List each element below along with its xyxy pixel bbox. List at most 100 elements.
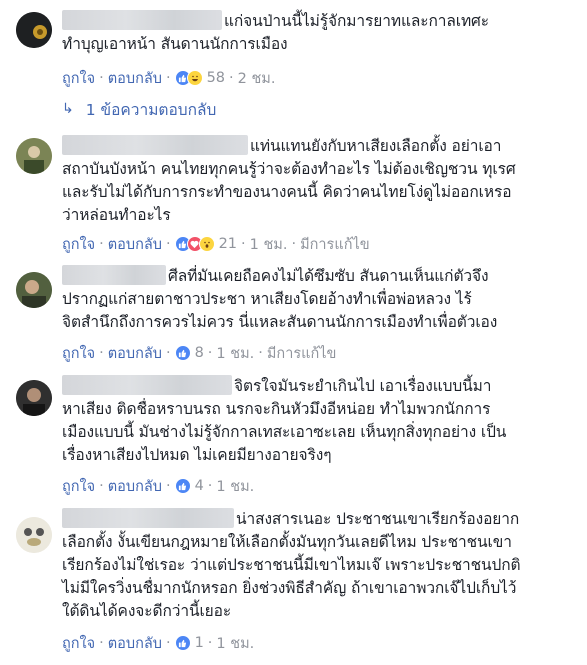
edited-label[interactable]: มีการแก้ไข [300, 233, 370, 256]
comment: จิตรใจมันระยำเกินไป เอาเรื่องแบบนี้มา หา… [0, 372, 587, 500]
comment-text: แท่นแทนยังกับหาเสียงเลือกตั้ง อย่าเอา สถ… [62, 135, 581, 227]
separator: · [165, 635, 171, 651]
comment-feed: แก่จนป่านนี้ไม่รู้จักมารยาทและกาลเทศะ ทำ… [0, 0, 587, 665]
comment-line: ทำบุญเอาหน้า สันดานนักการเมือง [62, 35, 288, 53]
reply-button[interactable]: ตอบกลับ [108, 475, 162, 498]
reaction-icons[interactable] [174, 345, 191, 361]
comment-actions: ถูกใจ · ตอบกลับ · 21 · 1 ชม. · มีการแก้ไ… [62, 234, 370, 254]
replies-count[interactable]: 1 ข้อความตอบกลับ [86, 97, 217, 122]
author-name[interactable] [62, 265, 166, 285]
like-reaction-icon [174, 478, 191, 494]
reaction-count[interactable]: 8 [195, 345, 204, 361]
timestamp[interactable]: 1 ชม. [216, 342, 254, 365]
comment: แก่จนป่านนี้ไม่รู้จักมารยาทและกาลเทศะ ทำ… [0, 0, 587, 125]
comment-body: น่าสงสารเนอะ ประชาชนเขาเรียกร้องอยาก เลื… [62, 508, 581, 623]
comment-line: หาเสียง ติดชื่อหราบนรถ นรกจะกินหัวมึงอีห… [62, 400, 491, 418]
like-button[interactable]: ถูกใจ [62, 233, 95, 256]
reply-button[interactable]: ตอบกลับ [108, 233, 162, 256]
comment-line: น่าสงสารเนอะ ประชาชนเขาเรียกร้องอยาก [236, 510, 520, 528]
comment-body: แก่จนป่านนี้ไม่รู้จักมารยาทและกาลเทศะ ทำ… [62, 10, 581, 56]
wow-reaction-icon [198, 236, 215, 252]
comment-text: จิตรใจมันระยำเกินไป เอาเรื่องแบบนี้มา หา… [62, 375, 581, 467]
separator: · [99, 635, 104, 651]
timestamp[interactable]: 1 ชม. [250, 233, 288, 256]
like-button[interactable]: ถูกใจ [62, 632, 95, 655]
like-button[interactable]: ถูกใจ [62, 67, 95, 90]
reaction-icons[interactable] [174, 236, 215, 252]
comment: น่าสงสารเนอะ ประชาชนเขาเรียกร้องอยาก เลื… [0, 505, 587, 663]
haha-reaction-icon [186, 70, 203, 86]
reply-arrow-icon: ↳ [62, 101, 74, 117]
reply-button[interactable]: ตอบกลับ [108, 342, 162, 365]
reply-button[interactable]: ตอบกลับ [108, 67, 162, 90]
separator: · [99, 478, 104, 494]
reaction-count[interactable]: 4 [195, 478, 204, 494]
reaction-icons[interactable] [174, 635, 191, 651]
reply-button[interactable]: ตอบกลับ [108, 632, 162, 655]
comment-line: จิตรใจมันระยำเกินไป เอาเรื่องแบบนี้มา [234, 377, 492, 395]
separator: · [165, 345, 171, 361]
reaction-icons[interactable] [174, 478, 191, 494]
comment-line: ศีลที่มันเคยถือคงไม่ได้ซึมซับ สันดานเห็น… [168, 267, 489, 285]
comment-actions: ถูกใจ · ตอบกลับ · 1 · 1 ชม. [62, 633, 254, 653]
author-name[interactable] [62, 10, 222, 30]
author-name[interactable] [62, 135, 248, 155]
avatar[interactable] [16, 272, 52, 308]
separator: · [99, 70, 104, 86]
comment: แท่นแทนยังกับหาเสียงเลือกตั้ง อย่าเอา สถ… [0, 130, 587, 260]
separator: · [165, 478, 171, 494]
comment-line: ใต้ดินได้คงจะดีกว่านี้เยอะ [62, 602, 232, 620]
view-replies-link[interactable]: ↳ 1 ข้อความตอบกลับ [62, 98, 216, 120]
separator: · [207, 345, 213, 361]
separator: · [241, 236, 246, 252]
avatar[interactable] [16, 517, 52, 553]
timestamp[interactable]: 1 ชม. [216, 475, 254, 498]
comment: ศีลที่มันเคยถือคงไม่ได้ซึมซับ สันดานเห็น… [0, 262, 587, 367]
author-name[interactable] [62, 375, 232, 395]
separator: · [165, 236, 171, 252]
edited-label[interactable]: มีการแก้ไข [267, 342, 337, 365]
separator: · [99, 345, 104, 361]
like-button[interactable]: ถูกใจ [62, 342, 95, 365]
reaction-icons[interactable] [174, 70, 203, 86]
timestamp[interactable]: 2 ชม. [238, 67, 276, 90]
comment-line: ว่าหล่อนทำอะไร [62, 206, 171, 224]
comment-body: แท่นแทนยังกับหาเสียงเลือกตั้ง อย่าเอา สถ… [62, 135, 581, 227]
separator: · [229, 70, 234, 86]
comment-line: ไม่มีใครวิ่งนชื่มากนักหรอก ยิ่งช่วงพิธีส… [62, 579, 517, 597]
comment-text: น่าสงสารเนอะ ประชาชนเขาเรียกร้องอยาก เลื… [62, 508, 581, 623]
reaction-count[interactable]: 58 [207, 70, 225, 86]
comment-line: สถาบันบังหน้า คนไทยทุกคนรู้ว่าจะต้องทำอะ… [62, 160, 516, 178]
like-reaction-icon [174, 345, 191, 361]
separator: · [99, 236, 104, 252]
avatar[interactable] [16, 138, 52, 174]
timestamp[interactable]: 1 ชม. [216, 632, 254, 655]
comment-actions: ถูกใจ · ตอบกลับ · 8 · 1 ชม. · มีการแก้ไข [62, 343, 336, 363]
comment-line: ปรากฏแก่สายตาชาวประชา หาเสียงโดยอ้างทำเพ… [62, 290, 472, 308]
like-reaction-icon [174, 635, 191, 651]
comment-line: เรื่องหาเสียงไปหมด ไม่เคยมียางอายจริงๆ [62, 446, 332, 464]
comment-body: ศีลที่มันเคยถือคงไม่ได้ซึมซับ สันดานเห็น… [62, 265, 581, 334]
separator: · [207, 478, 213, 494]
separator: · [291, 236, 297, 252]
comment-line: แท่นแทนยังกับหาเสียงเลือกตั้ง อย่าเอา [250, 137, 502, 155]
comment-body: จิตรใจมันระยำเกินไป เอาเรื่องแบบนี้มา หา… [62, 375, 581, 467]
comment-line: แก่จนป่านนี้ไม่รู้จักมารยาทและกาลเทศะ [224, 12, 490, 30]
reaction-count[interactable]: 1 [195, 635, 204, 651]
separator: · [165, 70, 171, 86]
comment-line: จิตสำนึกถึงการควรไม่ควร นี่แหละสันดานนัก… [62, 313, 498, 331]
comment-line: เรียกร้องไม่ใช่เรอะ ว่าแต่ประชาชนนี้มีเข… [62, 556, 521, 574]
avatar[interactable] [16, 380, 52, 416]
comment-line: เมืองแบบนี้ มันช่างไม่รู้จักกาลเทสะเอาซะ… [62, 423, 507, 441]
comment-text: ศีลที่มันเคยถือคงไม่ได้ซึมซับ สันดานเห็น… [62, 265, 581, 334]
comment-line: เลือกตั้ง งั้นเขียนกฎหมายให้เลือกตั้งมัน… [62, 533, 512, 551]
reaction-count[interactable]: 21 [219, 236, 237, 252]
avatar[interactable] [16, 12, 52, 48]
comment-line: และรับไม่ได้กับการกระทำของนางคนนี้ คิดว่… [62, 183, 512, 201]
separator: · [207, 635, 213, 651]
like-button[interactable]: ถูกใจ [62, 475, 95, 498]
comment-actions: ถูกใจ · ตอบกลับ · 58 · 2 ชม. [62, 68, 275, 88]
comment-actions: ถูกใจ · ตอบกลับ · 4 · 1 ชม. [62, 476, 254, 496]
comment-text: แก่จนป่านนี้ไม่รู้จักมารยาทและกาลเทศะ ทำ… [62, 10, 581, 56]
author-name[interactable] [62, 508, 234, 528]
